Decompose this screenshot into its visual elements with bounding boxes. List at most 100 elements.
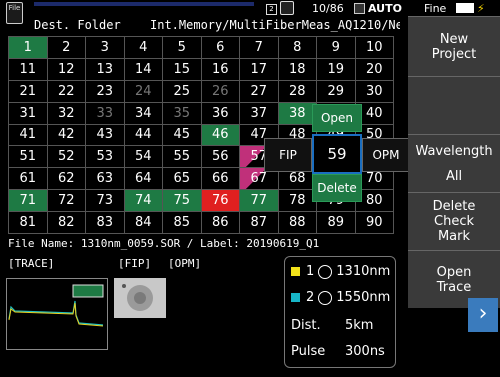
- fiber-cell[interactable]: 26: [201, 80, 240, 103]
- fiber-cell[interactable]: 77: [240, 190, 279, 213]
- next-page-arrow-icon[interactable]: ›: [468, 298, 498, 332]
- fiber-cell[interactable]: 34: [124, 102, 163, 125]
- save-icon: [354, 3, 365, 14]
- fiber-cell[interactable]: 2: [47, 37, 86, 59]
- delete-button[interactable]: Delete: [312, 174, 362, 202]
- opm-tab[interactable]: [OPM]: [168, 257, 201, 270]
- file-icon-label: File: [8, 4, 21, 12]
- fiber-cell[interactable]: 84: [124, 212, 163, 234]
- fiber-cell[interactable]: 37: [240, 102, 279, 125]
- fiber-cell[interactable]: 64: [124, 168, 163, 191]
- fiber-cell[interactable]: 10: [355, 37, 394, 59]
- fiber-cell[interactable]: 56: [201, 146, 240, 169]
- fiber-cell[interactable]: 3: [86, 37, 125, 59]
- fiber-cell[interactable]: 31: [9, 102, 48, 125]
- fiber-cell[interactable]: 33: [86, 102, 125, 125]
- dest-folder-path[interactable]: Int.Memory/MultiFiberMeas_AQ1210/NewProj…: [150, 16, 400, 34]
- fiber-cell[interactable]: 76: [201, 190, 240, 213]
- fiber-cell[interactable]: 27: [240, 80, 279, 103]
- fiber-cell[interactable]: 12: [47, 58, 86, 81]
- fiber-cell[interactable]: 29: [317, 80, 356, 103]
- fiber-cell[interactable]: 89: [317, 212, 356, 234]
- fiber-cell[interactable]: 44: [124, 124, 163, 147]
- fiber-cell[interactable]: 46: [201, 124, 240, 147]
- file-icon[interactable]: File: [6, 2, 23, 24]
- fiber-cell[interactable]: 90: [355, 212, 394, 234]
- fiber-cell[interactable]: 36: [201, 102, 240, 125]
- fiber-cell[interactable]: 65: [163, 168, 202, 191]
- fiber-cell[interactable]: 63: [86, 168, 125, 191]
- fip-tab[interactable]: [FIP]: [118, 257, 151, 270]
- fiber-cell[interactable]: 53: [86, 146, 125, 169]
- fiber-cell[interactable]: 6: [201, 37, 240, 59]
- fiber-cell[interactable]: 13: [86, 58, 125, 81]
- fiber-cell[interactable]: 81: [9, 212, 48, 234]
- quality-label: Fine: [424, 2, 447, 15]
- fiber-cell[interactable]: 62: [47, 168, 86, 191]
- fiber-cell[interactable]: 74: [124, 190, 163, 213]
- fiber-cell[interactable]: 5: [163, 37, 202, 59]
- wavelength-1-number: 1: [306, 264, 315, 279]
- selected-fiber[interactable]: 59: [312, 134, 362, 174]
- fiber-cell[interactable]: 42: [47, 124, 86, 147]
- distance-label: Dist.: [291, 318, 321, 333]
- fiber-cell[interactable]: 30: [355, 80, 394, 103]
- fiber-cell[interactable]: 9: [317, 37, 356, 59]
- fiber-cell[interactable]: 41: [9, 124, 48, 147]
- fiber-cell[interactable]: 75: [163, 190, 202, 213]
- wavelength-button[interactable]: Wavelength All: [408, 134, 500, 192]
- fiber-cell[interactable]: 52: [47, 146, 86, 169]
- fiber-cell[interactable]: 87: [240, 212, 279, 234]
- fiber-cell[interactable]: 35: [163, 102, 202, 125]
- new-project-button[interactable]: New Project: [408, 16, 500, 76]
- open-button[interactable]: Open: [312, 104, 362, 132]
- fiber-cell[interactable]: 73: [86, 190, 125, 213]
- fiber-cell[interactable]: 45: [163, 124, 202, 147]
- fiber-cell[interactable]: 8: [278, 37, 317, 59]
- wavelength-value: All: [445, 168, 463, 184]
- fiber-cell[interactable]: 11: [9, 58, 48, 81]
- fiber-cell[interactable]: 28: [278, 80, 317, 103]
- fiber-cell[interactable]: 19: [317, 58, 356, 81]
- fip-button[interactable]: FIP: [264, 138, 312, 172]
- fiber-cell[interactable]: 25: [163, 80, 202, 103]
- fiber-cell[interactable]: 88: [278, 212, 317, 234]
- trace-thumbnail[interactable]: [6, 278, 108, 350]
- fiber-cell[interactable]: 86: [201, 212, 240, 234]
- fiber-cell[interactable]: 21: [9, 80, 48, 103]
- trace-tab[interactable]: [TRACE]: [8, 257, 54, 270]
- fiber-cell[interactable]: 24: [124, 80, 163, 103]
- fiber-cell[interactable]: 43: [86, 124, 125, 147]
- fiber-cell[interactable]: 14: [124, 58, 163, 81]
- fiber-cell[interactable]: 82: [47, 212, 86, 234]
- fiber-cell[interactable]: 55: [163, 146, 202, 169]
- opm-thumbnail[interactable]: [172, 278, 224, 318]
- fiber-cell[interactable]: 22: [47, 80, 86, 103]
- fiber-cell[interactable]: 23: [86, 80, 125, 103]
- wavelength-2-row: 2 1550nm: [291, 289, 390, 307]
- fiber-cell[interactable]: 18: [278, 58, 317, 81]
- fiber-cell[interactable]: 17: [240, 58, 279, 81]
- blank-softkey[interactable]: [408, 76, 500, 134]
- fiber-cell[interactable]: 4: [124, 37, 163, 59]
- fiber-cell[interactable]: 7: [240, 37, 279, 59]
- fiber-cell[interactable]: 16: [201, 58, 240, 81]
- fiber-cell[interactable]: 20: [355, 58, 394, 81]
- pulse-value: 300ns: [345, 344, 385, 359]
- fiber-cell[interactable]: 72: [47, 190, 86, 213]
- fiber-cell[interactable]: 54: [124, 146, 163, 169]
- wavelength-1-value: 1310nm: [336, 264, 391, 279]
- fiber-cell[interactable]: 61: [9, 168, 48, 191]
- fiber-cell[interactable]: 51: [9, 146, 48, 169]
- fiber-endface-icon: [114, 278, 166, 318]
- fiber-cell[interactable]: 71: [9, 190, 48, 213]
- fiber-cell[interactable]: 66: [201, 168, 240, 191]
- delete-check-mark-button[interactable]: Delete Check Mark: [408, 192, 500, 250]
- fiber-cell[interactable]: 1: [9, 37, 48, 59]
- fiber-cell[interactable]: 85: [163, 212, 202, 234]
- fiber-cell[interactable]: 32: [47, 102, 86, 125]
- opm-button[interactable]: OPM: [362, 138, 410, 172]
- fiber-cell[interactable]: 15: [163, 58, 202, 81]
- fiber-cell[interactable]: 83: [86, 212, 125, 234]
- fip-thumbnail[interactable]: [114, 278, 166, 318]
